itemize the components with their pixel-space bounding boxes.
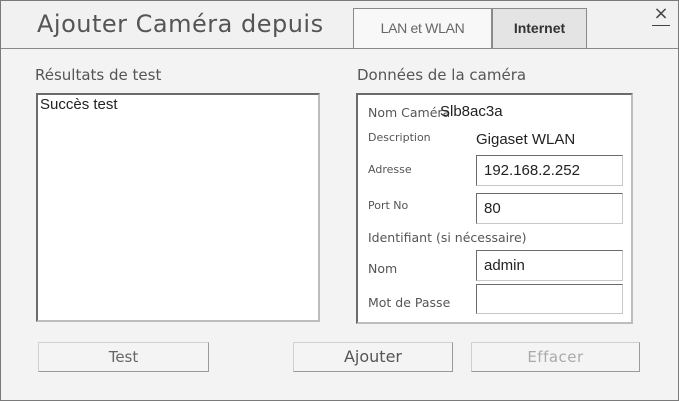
dialog-body: Résultats de test Succès test Données de… [1,49,678,400]
test-button[interactable]: Test [38,342,209,372]
password-label: Mot de Passe [368,295,451,310]
description-value: Gigaset WLAN [476,131,576,148]
close-icon[interactable]: × [652,5,670,26]
camera-name-value: Slb8ac3a [440,103,503,120]
results-text: Succès test [40,96,118,113]
add-camera-dialog: Ajouter Caméra depuis LAN et WLAN Intern… [0,0,679,401]
user-input[interactable]: admin [476,250,623,281]
clear-button[interactable]: Effacer [471,342,640,372]
camera-data-label: Données de la caméra [357,66,527,84]
results-label: Résultats de test [35,66,162,84]
add-button[interactable]: Ajouter [293,342,453,372]
tab-lan-wlan[interactable]: LAN et WLAN [353,8,492,48]
address-label: Adresse [368,163,412,176]
results-textarea[interactable]: Succès test [36,93,320,322]
dialog-title: Ajouter Caméra depuis [37,10,324,38]
camera-data-panel: Nom Caméra Slb8ac3a Description Gigaset … [356,93,633,324]
identifier-label: Identifiant (si nécessaire) [368,230,527,245]
password-input[interactable] [476,284,623,314]
dialog-header: Ajouter Caméra depuis LAN et WLAN Intern… [1,1,678,49]
address-input[interactable]: 192.168.2.252 [476,155,623,186]
user-label: Nom [368,261,398,276]
description-label: Description [368,131,431,144]
tab-internet[interactable]: Internet [492,8,587,48]
port-label: Port No [368,199,409,212]
port-input[interactable]: 80 [476,193,623,224]
camera-name-label: Nom Caméra [368,105,451,120]
